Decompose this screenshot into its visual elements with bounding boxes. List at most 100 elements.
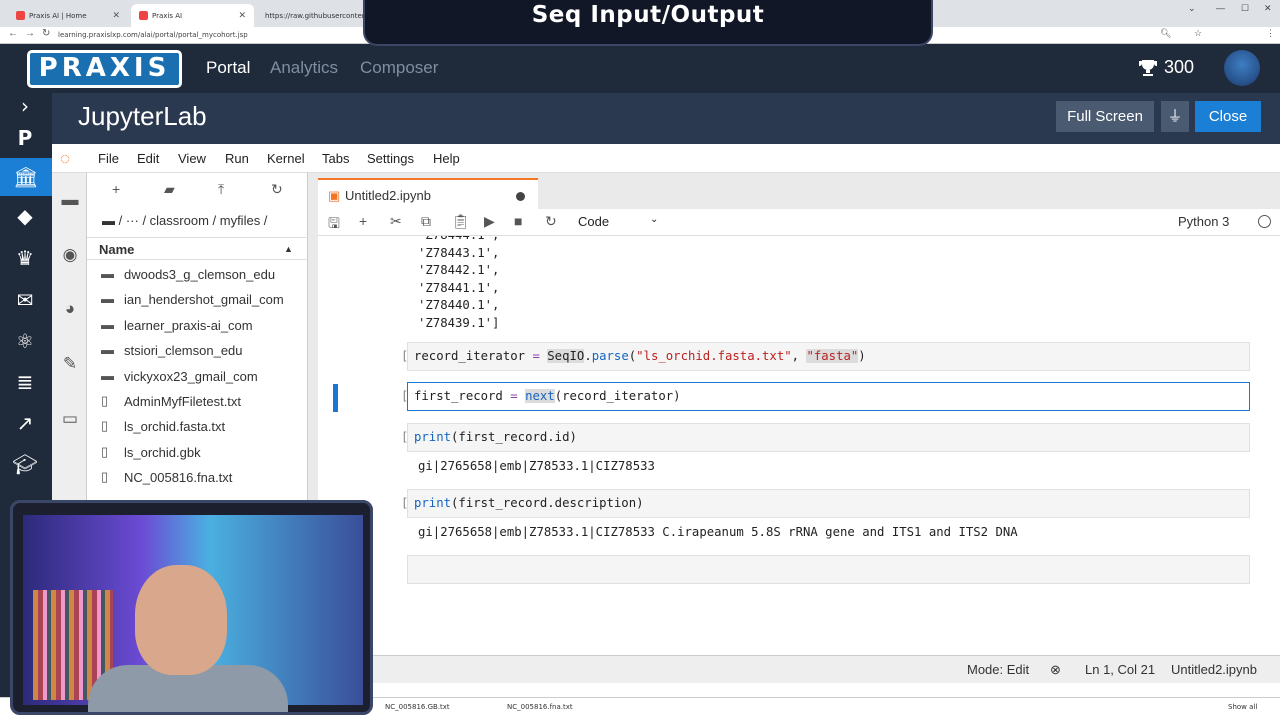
empty-code-cell[interactable] xyxy=(407,555,1250,584)
insert-cell-icon[interactable]: + xyxy=(359,213,367,229)
status-filename: Untitled2.ipynb xyxy=(1171,662,1257,677)
browser-tab-home[interactable]: Praxis AI | Home ✕ xyxy=(8,4,128,27)
full-screen-button[interactable]: Full Screen xyxy=(1056,101,1154,132)
name-column-header[interactable]: Name ▲ xyxy=(87,237,308,260)
folder-icon[interactable]: ▬ xyxy=(60,190,80,210)
close-tab-icon[interactable]: ✕ xyxy=(112,11,120,21)
show-all-button[interactable]: Show all xyxy=(1228,703,1257,711)
menu-file[interactable]: File xyxy=(98,151,119,166)
kernel-name[interactable]: Python 3 xyxy=(1178,214,1229,229)
expand-chevron-icon[interactable]: › xyxy=(10,93,40,119)
code-cell-11[interactable]: first_record = next(record_iterator) xyxy=(407,382,1250,411)
download-item[interactable]: NC_005816.GB.txt xyxy=(385,703,450,711)
notebook-body: 'Z78444.1', 'Z78443.1', 'Z78442.1', 'Z78441… xyxy=(318,236,1280,655)
praxis-p-icon[interactable]: P xyxy=(10,125,40,151)
graduation-cap-icon[interactable]: 🎓︎ xyxy=(10,451,40,477)
bookmark-star-icon[interactable]: ☆ xyxy=(1194,28,1202,39)
gitlab-icon[interactable]: ◆ xyxy=(10,203,40,229)
save-icon[interactable]: 🖫︎ xyxy=(328,213,340,237)
browser-menu-icon[interactable]: ⋮ xyxy=(1266,28,1275,39)
cell-type-select[interactable]: Code ⌄ xyxy=(578,214,658,229)
menu-kernel[interactable]: Kernel xyxy=(267,151,305,166)
folder-icon: ▬ xyxy=(101,291,114,307)
file-list-item[interactable]: ▯ AdminMyfFiletest.txt xyxy=(87,389,308,414)
back-icon[interactable]: ← xyxy=(8,28,18,39)
presenter-head xyxy=(135,565,227,675)
maximize-icon[interactable]: ☐ xyxy=(1241,3,1249,14)
reload-icon[interactable]: ↻ xyxy=(42,28,50,39)
file-icon: ▯ xyxy=(101,443,109,459)
cut-icon[interactable]: ✂ xyxy=(390,213,402,230)
no-bug-icon[interactable]: ⊗ xyxy=(1050,662,1061,678)
file-list-item[interactable]: ▬ stsiori_clemson_edu xyxy=(87,338,308,363)
run-icon[interactable]: ▶ xyxy=(484,213,495,230)
server-icon[interactable]: ≣ xyxy=(10,369,40,395)
copy-icon[interactable]: ⧉ xyxy=(421,213,431,230)
file-name: dwoods3_g_clemson_edu xyxy=(124,267,276,282)
editor-mode: Mode: Edit xyxy=(967,662,1030,677)
code-line: record_iterator = SeqIO.parse("ls_orchid… xyxy=(414,349,866,363)
notebook-area: ▣ Untitled2.ipynb 🖫︎ + ✂ ⧉ 📋︎ ▶ ■ ↻ Code… xyxy=(308,173,1280,655)
menu-edit[interactable]: Edit xyxy=(137,151,159,166)
palette-icon[interactable]: ◕ xyxy=(60,299,80,319)
stop-icon[interactable]: ■ xyxy=(514,213,522,229)
browser-tab-praxis[interactable]: Praxis AI ✕ xyxy=(131,4,254,27)
tabs-icon[interactable]: ▭ xyxy=(60,409,80,429)
nav-analytics[interactable]: Analytics xyxy=(270,58,338,78)
window-close-icon[interactable]: ✕ xyxy=(1264,3,1272,14)
unsaved-dot-icon[interactable] xyxy=(516,192,525,201)
menu-help[interactable]: Help xyxy=(433,151,460,166)
tab-label: Praxis AI | Home xyxy=(29,11,87,20)
close-tab-icon[interactable]: ✕ xyxy=(238,11,246,21)
download-item[interactable]: NC_005816.fna.txt xyxy=(507,703,573,711)
mail-icon[interactable]: ✉ xyxy=(10,287,40,313)
menu-tabs[interactable]: Tabs xyxy=(322,151,349,166)
file-list-item[interactable]: ▯ ls_orchid.fasta.txt xyxy=(87,414,308,439)
file-list-item[interactable]: ▬ learner_praxis-ai_com xyxy=(87,313,308,338)
code-cell-13[interactable]: print(first_record.description) xyxy=(407,489,1250,518)
file-list-item[interactable]: ▬ vickyxox23_gmail_com xyxy=(87,364,308,389)
restart-icon[interactable]: ↻ xyxy=(545,213,557,230)
browser-tab-github[interactable]: https://raw.githubusercontent.co... xyxy=(257,4,386,27)
code-cell-12[interactable]: print(first_record.id) xyxy=(407,423,1250,452)
paste-icon[interactable]: 📋︎ xyxy=(452,213,470,230)
file-list-item[interactable]: ▬ dwoods3_g_clemson_edu xyxy=(87,262,308,287)
atom-icon[interactable]: ⚛ xyxy=(10,328,40,354)
chart-icon[interactable]: ↗ xyxy=(10,410,40,436)
minimize-icon[interactable]: — xyxy=(1216,3,1225,13)
notebook-tab[interactable]: ▣ Untitled2.ipynb xyxy=(318,178,538,209)
cursor-position[interactable]: Ln 1, Col 21 xyxy=(1085,662,1155,677)
file-list-item[interactable]: ▯ ls_orchid.gbk xyxy=(87,440,308,465)
close-button[interactable]: Close xyxy=(1195,101,1261,132)
new-folder-icon[interactable]: ▰ xyxy=(164,181,175,198)
code-cell-10[interactable]: record_iterator = SeqIO.parse("ls_orchid… xyxy=(407,342,1250,371)
trophy-icon[interactable]: ♛ xyxy=(10,245,40,271)
upload-icon[interactable]: ⤒ xyxy=(218,181,224,198)
menu-view[interactable]: View xyxy=(178,151,206,166)
file-name: NC_005816.fna.txt xyxy=(124,470,233,486)
menu-settings[interactable]: Settings xyxy=(367,151,414,166)
zoom-icon[interactable]: 🔍︎ xyxy=(1160,28,1171,39)
forward-icon[interactable]: → xyxy=(25,28,35,39)
praxis-logo[interactable]: PRAXIS xyxy=(27,50,182,88)
refresh-icon[interactable]: ↻ xyxy=(271,181,283,198)
chevron-down-icon: ⌄ xyxy=(650,214,659,225)
folder-icon: ▬ xyxy=(101,342,114,358)
wrench-icon[interactable]: ✎ xyxy=(60,354,80,374)
institution-icon[interactable]: 🏛︎ xyxy=(0,158,52,196)
tab-search-icon[interactable]: ⌄ xyxy=(1188,3,1196,14)
code-line: print(first_record.id) xyxy=(414,430,577,444)
breadcrumb[interactable]: ▬ / ··· / classroom / myfiles / xyxy=(102,213,267,228)
new-launcher-icon[interactable]: + xyxy=(112,181,120,197)
plug-icon[interactable]: ⏚ xyxy=(1161,101,1189,132)
menu-run[interactable]: Run xyxy=(225,151,249,166)
points-value: 300 xyxy=(1164,57,1195,77)
file-list-item[interactable]: ▬ ian_hendershot_gmail_com xyxy=(87,287,308,312)
nav-portal[interactable]: Portal xyxy=(206,58,250,78)
jupyter-menu-bar: ◌ File Edit View Run Kernel Tabs Setting… xyxy=(52,144,1280,173)
running-stop-icon[interactable]: ◉ xyxy=(60,245,80,265)
file-list-item[interactable]: ▯ NC_005816.fna.txt xyxy=(87,465,308,490)
user-avatar[interactable] xyxy=(1224,50,1260,86)
nav-composer[interactable]: Composer xyxy=(360,58,438,78)
code-line: print(first_record.description) xyxy=(414,496,644,510)
